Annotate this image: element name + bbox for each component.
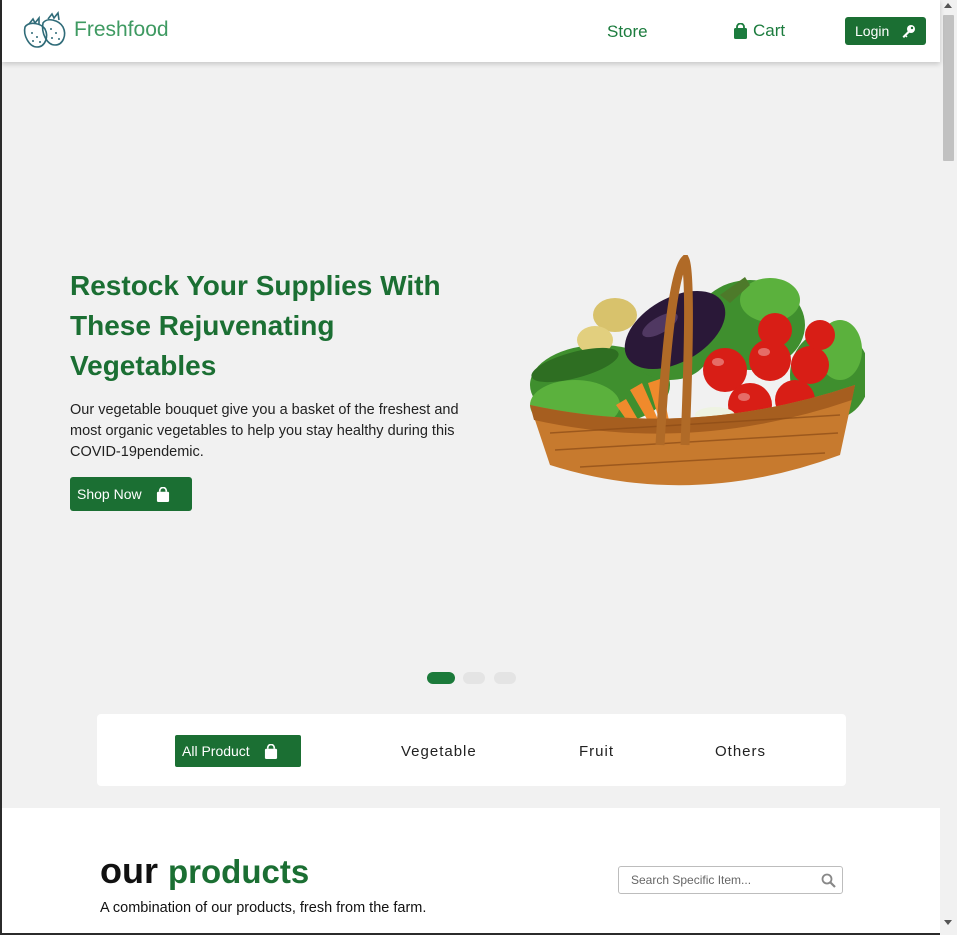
scroll-down-arrow[interactable] bbox=[944, 920, 952, 925]
nav-link-cart[interactable]: Cart bbox=[733, 21, 785, 41]
search-input[interactable] bbox=[631, 873, 811, 887]
strawberry-logo-icon bbox=[23, 11, 66, 48]
products-section: our products A combination of our produc… bbox=[2, 808, 940, 933]
cart-label: Cart bbox=[753, 21, 786, 40]
category-others[interactable]: Others bbox=[715, 743, 766, 760]
navbar: Freshfood Store Cart Login bbox=[2, 0, 940, 62]
search-icon[interactable] bbox=[821, 873, 836, 888]
carousel-dot-2[interactable] bbox=[463, 672, 485, 684]
brand-name: Freshfood bbox=[74, 18, 169, 41]
category-all-product[interactable]: All Product bbox=[175, 735, 301, 767]
nav-link-store[interactable]: Store bbox=[607, 22, 648, 42]
search-box bbox=[618, 866, 843, 894]
shopping-bag-icon bbox=[264, 743, 277, 759]
category-all-label: All Product bbox=[182, 743, 250, 759]
key-icon bbox=[902, 24, 916, 38]
products-title-plain: our bbox=[100, 850, 158, 891]
products-title-accent: products bbox=[168, 853, 310, 890]
login-label: Login bbox=[855, 23, 890, 39]
login-button[interactable]: Login bbox=[845, 17, 926, 45]
products-subtitle: A combination of our products, fresh fro… bbox=[100, 900, 427, 916]
carousel-dot-1[interactable] bbox=[427, 672, 455, 684]
products-title: our products bbox=[100, 851, 309, 892]
carousel-dot-3[interactable] bbox=[494, 672, 516, 684]
scroll-up-arrow[interactable] bbox=[944, 3, 952, 8]
brand-link[interactable]: Freshfood bbox=[21, 11, 169, 49]
shopping-bag-icon bbox=[734, 23, 747, 39]
hero-description: Our vegetable bouquet give you a basket … bbox=[70, 402, 459, 460]
carousel-indicators bbox=[427, 672, 525, 684]
category-vegetable[interactable]: Vegetable bbox=[401, 743, 477, 760]
scrollbar-thumb[interactable] bbox=[943, 15, 954, 161]
category-bar: All Product Vegetable Fruit Others bbox=[97, 714, 846, 786]
vertical-scrollbar[interactable] bbox=[940, 0, 957, 935]
vegetable-basket-image bbox=[530, 255, 865, 486]
shopping-bag-icon bbox=[156, 486, 169, 502]
shop-now-label: Shop Now bbox=[77, 486, 142, 502]
category-fruit[interactable]: Fruit bbox=[579, 743, 614, 760]
hero-title: Restock Your Supplies With These Rejuven… bbox=[70, 270, 441, 381]
shop-now-button[interactable]: Shop Now bbox=[70, 477, 192, 511]
